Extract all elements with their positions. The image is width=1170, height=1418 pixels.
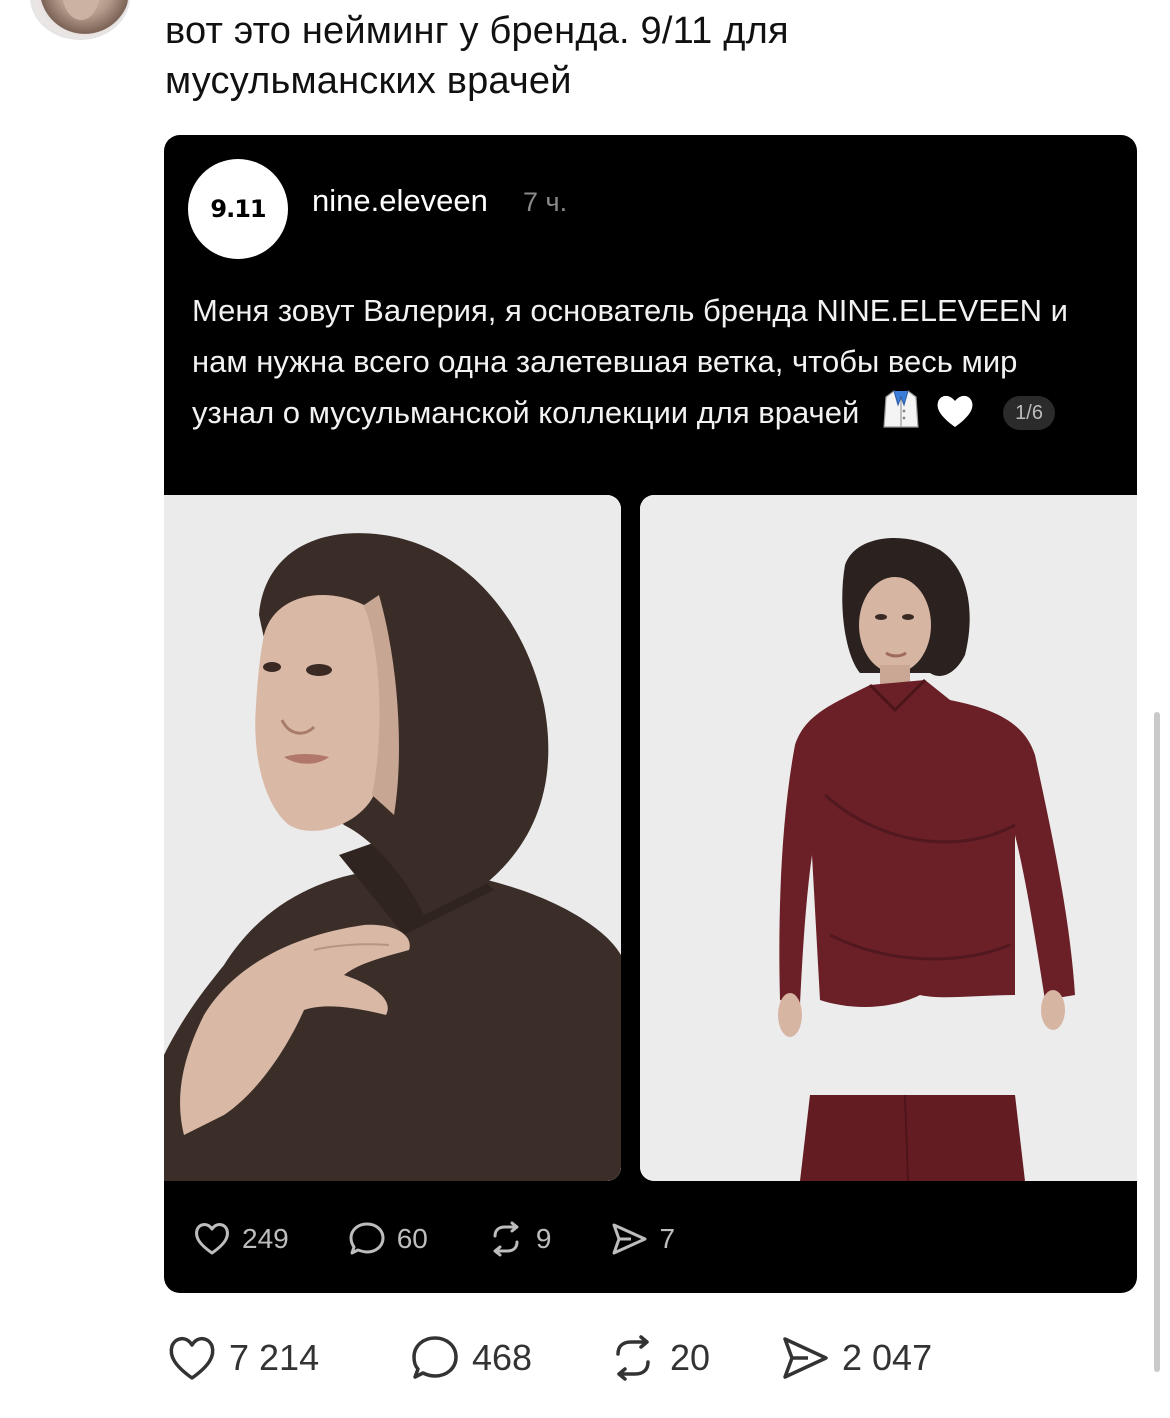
photo-burgundy-suit-image: [640, 495, 1137, 1181]
quoted-repost-button[interactable]: 9: [486, 1219, 552, 1259]
heart-icon: [195, 1223, 229, 1255]
white-heart-icon: [937, 395, 972, 427]
repost-button[interactable]: 20: [606, 1331, 778, 1385]
media-pager: 1/6: [1003, 396, 1055, 430]
repost-icon: [493, 1221, 519, 1257]
repost-count: 20: [670, 1337, 711, 1378]
avatar-face: [62, 0, 100, 20]
scrollbar[interactable]: [1154, 712, 1160, 1372]
reply-count: 468: [472, 1337, 533, 1378]
media-photo-burgundy-suit[interactable]: [640, 495, 1137, 1181]
share-button[interactable]: 2 047: [778, 1331, 932, 1385]
reply-button[interactable]: 468: [408, 1331, 606, 1385]
quoted-like-button[interactable]: 249: [192, 1219, 289, 1259]
quoted-repost-count: 9: [535, 1223, 552, 1254]
like-count: 7 214: [229, 1337, 320, 1378]
quoted-text-block: Меня зовут Валерия, я основатель бренда …: [192, 285, 1092, 438]
quoted-share-button[interactable]: 7: [609, 1219, 675, 1259]
post-actions: 7 214 468 20 2 047: [165, 1330, 932, 1386]
post-text: вот это нейминг у бренда. 9/11 для мусул…: [165, 10, 789, 102]
share-count: 2 047: [842, 1337, 933, 1378]
repost-icon: [616, 1335, 650, 1381]
send-icon: [612, 1223, 647, 1255]
send-icon: [783, 1337, 828, 1379]
heart-icon: [169, 1337, 215, 1380]
quoted-reply-button[interactable]: 60: [347, 1219, 428, 1259]
comment-icon: [412, 1336, 458, 1379]
quoted-actions: 249 60 9 7: [192, 1217, 733, 1261]
quoted-like-count: 249: [242, 1223, 289, 1254]
lab-coat-icon: [883, 390, 919, 428]
quoted-handle[interactable]: nine.eleveen: [312, 183, 488, 219]
brand-logo[interactable]: 9.11: [188, 159, 288, 259]
media-photo-hijab-model[interactable]: [164, 495, 621, 1181]
comment-icon: [349, 1222, 385, 1255]
quoted-share-count: 7: [659, 1223, 676, 1254]
like-button[interactable]: 7 214: [165, 1331, 408, 1385]
photo-hijab-model-image: [164, 495, 621, 1181]
quoted-post-card[interactable]: 9.11 nine.eleveen 7 ч. Меня зовут Валери…: [164, 135, 1137, 1293]
author-avatar[interactable]: [30, 0, 130, 40]
quoted-reply-count: 60: [396, 1223, 428, 1254]
brand-logo-text: 9.11: [210, 195, 266, 223]
quoted-time: 7 ч.: [523, 187, 568, 217]
